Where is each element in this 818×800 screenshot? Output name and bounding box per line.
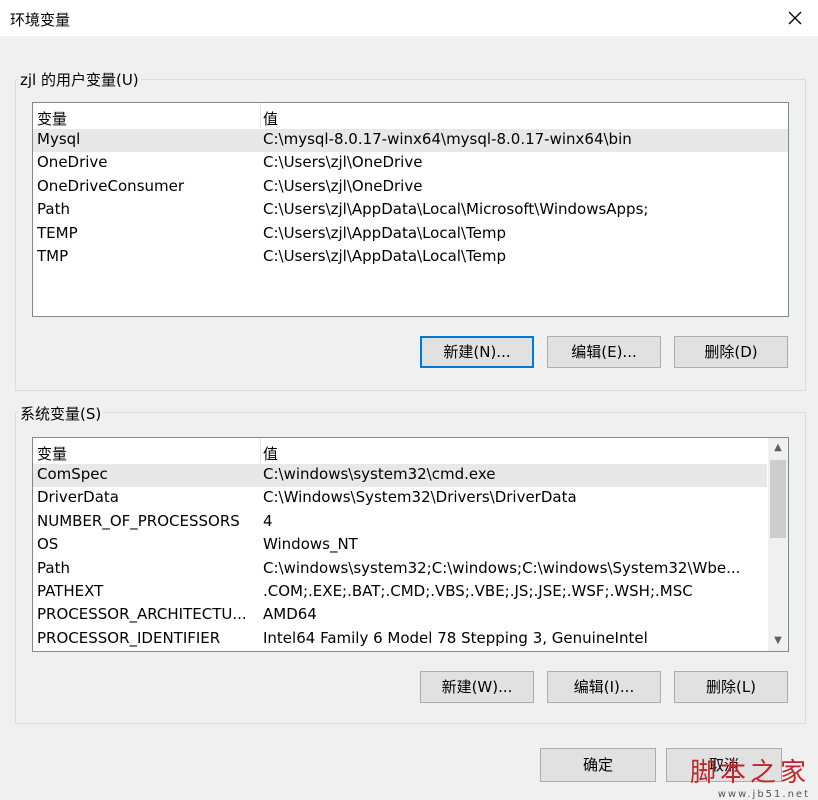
system-edit-button[interactable]: 编辑(I)... bbox=[547, 671, 661, 703]
var-value: 4 bbox=[263, 511, 273, 530]
var-name: TMP bbox=[37, 246, 69, 265]
var-name: ComSpec bbox=[37, 465, 108, 483]
table-row[interactable]: DriverData C:\Windows\System32\Drivers\Dr… bbox=[33, 487, 767, 510]
scroll-up-icon[interactable]: ▲ bbox=[768, 438, 788, 458]
var-value: C:\windows\system32\cmd.exe bbox=[263, 465, 496, 483]
list-header[interactable]: 变量 值 bbox=[33, 103, 788, 129]
var-name: TEMP bbox=[37, 223, 78, 242]
system-vars-list[interactable]: 变量 值 ComSpec C:\windows\system32\cmd.exe D… bbox=[32, 437, 789, 652]
var-name: Mysql bbox=[37, 130, 81, 148]
scroll-thumb[interactable] bbox=[770, 460, 786, 538]
watermark-url: www.jb51.net bbox=[717, 789, 810, 800]
table-row[interactable]: PATHEXT .COM;.EXE;.BAT;.CMD;.VBS;.VBE;.JS… bbox=[33, 581, 767, 604]
var-value: C:\Windows\System32\Drivers\DriverData bbox=[263, 488, 577, 507]
var-name: PROCESSOR_IDENTIFIER bbox=[37, 628, 221, 647]
var-value: C:\Users\zjl\AppData\Local\Temp bbox=[263, 223, 506, 242]
var-value: C:\mysql-8.0.17-winx64\mysql-8.0.17-winx… bbox=[263, 130, 632, 148]
var-name: OS bbox=[37, 535, 59, 554]
table-row[interactable]: Mysql C:\mysql-8.0.17-winx64\mysql-8.0.17… bbox=[33, 129, 788, 153]
ok-button[interactable]: 确定 bbox=[540, 748, 656, 782]
header-name[interactable]: 变量 bbox=[37, 443, 255, 464]
user-vars-rows: Mysql C:\mysql-8.0.17-winx64\mysql-8.0.17… bbox=[33, 129, 788, 269]
scroll-down-icon[interactable]: ▼ bbox=[768, 631, 788, 651]
var-value: C:\Users\zjl\OneDrive bbox=[263, 176, 423, 195]
table-row[interactable]: Path C:\windows\system32;C:\windows;C:\wi… bbox=[33, 558, 767, 581]
system-vars-rows: ComSpec C:\windows\system32\cmd.exe Driver… bbox=[33, 464, 767, 651]
var-value: Intel64 Family 6 Model 78 Stepping 3, Ge… bbox=[263, 628, 648, 647]
var-name: DriverData bbox=[37, 488, 119, 507]
table-row[interactable]: NUMBER_OF_PROCESSORS 4 bbox=[33, 511, 767, 534]
user-edit-button[interactable]: 编辑(E)... bbox=[547, 336, 661, 368]
table-row[interactable]: Path C:\Users\zjl\AppData\Local\Microsoft… bbox=[33, 199, 788, 222]
list-header[interactable]: 变量 值 bbox=[33, 438, 767, 464]
system-delete-button[interactable]: 删除(L) bbox=[674, 671, 788, 703]
var-value: C:\windows\system32;C:\windows;C:\window… bbox=[263, 558, 741, 577]
header-value[interactable]: 值 bbox=[263, 108, 278, 129]
table-row[interactable]: TMP C:\Users\zjl\AppData\Local\Temp bbox=[33, 246, 788, 269]
title-bar: 环境变量 bbox=[0, 0, 818, 36]
var-name: NUMBER_OF_PROCESSORS bbox=[37, 511, 240, 530]
header-divider bbox=[260, 103, 261, 129]
user-new-button[interactable]: 新建(N)... bbox=[420, 336, 534, 368]
header-divider bbox=[260, 438, 261, 464]
var-name: OneDriveConsumer bbox=[37, 176, 185, 195]
var-name: OneDrive bbox=[37, 153, 108, 172]
table-row[interactable]: OneDrive C:\Users\zjl\OneDrive bbox=[33, 152, 788, 175]
system-vars-label: 系统变量(S) bbox=[18, 403, 104, 424]
table-row[interactable]: TEMP C:\Users\zjl\AppData\Local\Temp bbox=[33, 223, 788, 246]
close-button[interactable] bbox=[772, 0, 818, 36]
system-new-button[interactable]: 新建(W)... bbox=[420, 671, 534, 703]
var-value: AMD64 bbox=[263, 605, 317, 624]
var-value: C:\Users\zjl\OneDrive bbox=[263, 153, 423, 172]
var-value: Windows_NT bbox=[263, 535, 358, 554]
close-icon bbox=[788, 11, 802, 25]
var-name: Path bbox=[37, 558, 70, 577]
user-vars-label: zjl 的用户变量(U) bbox=[18, 69, 141, 90]
table-row[interactable]: PROCESSOR_IDENTIFIER Intel64 Family 6 Mod… bbox=[33, 628, 767, 651]
user-vars-list[interactable]: 变量 值 Mysql C:\mysql-8.0.17-winx64\mysql-8… bbox=[32, 102, 789, 317]
var-name: PROCESSOR_ARCHITECTU... bbox=[37, 605, 247, 624]
user-delete-button[interactable]: 删除(D) bbox=[674, 336, 788, 368]
var-value: C:\Users\zjl\AppData\Local\Microsoft\Win… bbox=[263, 200, 649, 219]
table-row[interactable]: PROCESSOR_ARCHITECTU... AMD64 bbox=[33, 604, 767, 627]
window-title: 环境变量 bbox=[10, 11, 71, 29]
header-value[interactable]: 值 bbox=[263, 443, 278, 464]
var-name: PATHEXT bbox=[37, 581, 104, 600]
vertical-scrollbar[interactable]: ▲ ▼ bbox=[767, 438, 788, 651]
watermark-logo: 脚本之家 www.jb51.net bbox=[690, 752, 810, 800]
var-value: C:\Users\zjl\AppData\Local\Temp bbox=[263, 246, 506, 265]
table-row[interactable]: ComSpec C:\windows\system32\cmd.exe bbox=[33, 464, 767, 488]
var-value: .COM;.EXE;.BAT;.CMD;.VBS;.VBE;.JS;.JSE;.… bbox=[263, 581, 693, 600]
table-row[interactable]: OneDriveConsumer C:\Users\zjl\OneDrive bbox=[33, 176, 788, 199]
header-name[interactable]: 变量 bbox=[37, 108, 255, 129]
watermark-text: 脚本之家 bbox=[689, 758, 810, 788]
table-row[interactable]: OS Windows_NT bbox=[33, 534, 767, 557]
var-name: Path bbox=[37, 200, 70, 219]
